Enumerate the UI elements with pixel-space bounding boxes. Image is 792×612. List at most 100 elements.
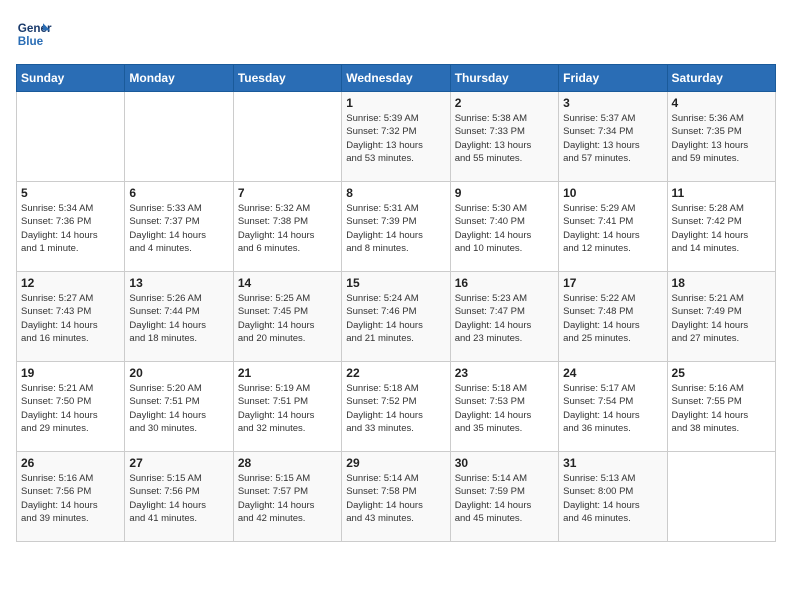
day-info: Sunrise: 5:16 AM Sunset: 7:56 PM Dayligh… <box>21 472 120 525</box>
page-header: General Blue <box>16 16 776 52</box>
day-cell: 16 Sunrise: 5:23 AM Sunset: 7:47 PM Dayli… <box>450 272 558 362</box>
header-sunday: Sunday <box>17 65 125 92</box>
day-cell: 5 Sunrise: 5:34 AM Sunset: 7:36 PM Daylig… <box>17 182 125 272</box>
day-cell: 12 Sunrise: 5:27 AM Sunset: 7:43 PM Dayli… <box>17 272 125 362</box>
day-cell: 2 Sunrise: 5:38 AM Sunset: 7:33 PM Daylig… <box>450 92 558 182</box>
day-cell: 22Sunrise: 5:18 AM Sunset: 7:52 PM Dayli… <box>342 362 450 452</box>
day-cell: 18 Sunrise: 5:21 AM Sunset: 7:49 PM Dayli… <box>667 272 775 362</box>
day-number: 23 <box>455 366 554 380</box>
day-info: Sunrise: 5:22 AM Sunset: 7:48 PM Dayligh… <box>563 292 662 345</box>
day-info: Sunrise: 5:15 AM Sunset: 7:56 PM Dayligh… <box>129 472 228 525</box>
day-cell: 25 Sunrise: 5:16 AM Sunset: 7:55 PM Dayli… <box>667 362 775 452</box>
day-number: 22 <box>346 366 445 380</box>
day-cell: 14 Sunrise: 5:25 AM Sunset: 7:45 PM Dayli… <box>233 272 341 362</box>
day-info: Sunrise: 5:18 AM Sunset: 7:53 PM Dayligh… <box>455 382 554 435</box>
day-cell: 23 Sunrise: 5:18 AM Sunset: 7:53 PM Dayli… <box>450 362 558 452</box>
day-info: Sunrise: 5:24 AM Sunset: 7:46 PM Dayligh… <box>346 292 445 345</box>
calendar-table: SundayMondayTuesdayWednesdayThursdayFrid… <box>16 64 776 542</box>
day-cell <box>233 92 341 182</box>
day-cell: 6 Sunrise: 5:33 AM Sunset: 7:37 PM Daylig… <box>125 182 233 272</box>
logo: General Blue <box>16 16 56 52</box>
day-info: Sunrise: 5:30 AM Sunset: 7:40 PM Dayligh… <box>455 202 554 255</box>
header-tuesday: Tuesday <box>233 65 341 92</box>
day-number: 24 <box>563 366 662 380</box>
day-number: 21 <box>238 366 337 380</box>
day-number: 29 <box>346 456 445 470</box>
day-info: Sunrise: 5:36 AM Sunset: 7:35 PM Dayligh… <box>672 112 771 165</box>
day-cell: 17Sunrise: 5:22 AM Sunset: 7:48 PM Dayli… <box>559 272 667 362</box>
day-cell: 10 Sunrise: 5:29 AM Sunset: 7:41 PM Dayli… <box>559 182 667 272</box>
svg-text:Blue: Blue <box>18 35 44 48</box>
day-cell: 21 Sunrise: 5:19 AM Sunset: 7:51 PM Dayli… <box>233 362 341 452</box>
day-number: 5 <box>21 186 120 200</box>
week-row-3: 12 Sunrise: 5:27 AM Sunset: 7:43 PM Dayli… <box>17 272 776 362</box>
day-cell: 9 Sunrise: 5:30 AM Sunset: 7:40 PM Daylig… <box>450 182 558 272</box>
day-cell: 13 Sunrise: 5:26 AM Sunset: 7:44 PM Dayli… <box>125 272 233 362</box>
day-number: 1 <box>346 96 445 110</box>
day-cell: 24Sunrise: 5:17 AM Sunset: 7:54 PM Dayli… <box>559 362 667 452</box>
day-cell: 31Sunrise: 5:13 AM Sunset: 8:00 PM Dayli… <box>559 452 667 542</box>
day-number: 8 <box>346 186 445 200</box>
day-info: Sunrise: 5:31 AM Sunset: 7:39 PM Dayligh… <box>346 202 445 255</box>
header-thursday: Thursday <box>450 65 558 92</box>
day-info: Sunrise: 5:33 AM Sunset: 7:37 PM Dayligh… <box>129 202 228 255</box>
day-info: Sunrise: 5:14 AM Sunset: 7:58 PM Dayligh… <box>346 472 445 525</box>
day-info: Sunrise: 5:39 AM Sunset: 7:32 PM Dayligh… <box>346 112 445 165</box>
day-number: 28 <box>238 456 337 470</box>
day-cell: 8 Sunrise: 5:31 AM Sunset: 7:39 PM Daylig… <box>342 182 450 272</box>
day-number: 26 <box>21 456 120 470</box>
header-saturday: Saturday <box>667 65 775 92</box>
day-cell: 3Sunrise: 5:37 AM Sunset: 7:34 PM Daylig… <box>559 92 667 182</box>
week-row-5: 26 Sunrise: 5:16 AM Sunset: 7:56 PM Dayli… <box>17 452 776 542</box>
day-info: Sunrise: 5:16 AM Sunset: 7:55 PM Dayligh… <box>672 382 771 435</box>
day-cell: 7 Sunrise: 5:32 AM Sunset: 7:38 PM Daylig… <box>233 182 341 272</box>
day-info: Sunrise: 5:29 AM Sunset: 7:41 PM Dayligh… <box>563 202 662 255</box>
day-number: 9 <box>455 186 554 200</box>
day-info: Sunrise: 5:32 AM Sunset: 7:38 PM Dayligh… <box>238 202 337 255</box>
day-info: Sunrise: 5:38 AM Sunset: 7:33 PM Dayligh… <box>455 112 554 165</box>
week-row-1: 1 Sunrise: 5:39 AM Sunset: 7:32 PM Daylig… <box>17 92 776 182</box>
header-monday: Monday <box>125 65 233 92</box>
day-cell <box>125 92 233 182</box>
day-number: 14 <box>238 276 337 290</box>
week-row-2: 5 Sunrise: 5:34 AM Sunset: 7:36 PM Daylig… <box>17 182 776 272</box>
day-cell: 11Sunrise: 5:28 AM Sunset: 7:42 PM Dayli… <box>667 182 775 272</box>
day-cell: 15Sunrise: 5:24 AM Sunset: 7:46 PM Dayli… <box>342 272 450 362</box>
day-number: 10 <box>563 186 662 200</box>
day-cell: 26 Sunrise: 5:16 AM Sunset: 7:56 PM Dayli… <box>17 452 125 542</box>
day-info: Sunrise: 5:28 AM Sunset: 7:42 PM Dayligh… <box>672 202 771 255</box>
day-number: 3 <box>563 96 662 110</box>
day-info: Sunrise: 5:23 AM Sunset: 7:47 PM Dayligh… <box>455 292 554 345</box>
day-info: Sunrise: 5:19 AM Sunset: 7:51 PM Dayligh… <box>238 382 337 435</box>
day-number: 4 <box>672 96 771 110</box>
calendar-header-row: SundayMondayTuesdayWednesdayThursdayFrid… <box>17 65 776 92</box>
day-number: 25 <box>672 366 771 380</box>
day-number: 7 <box>238 186 337 200</box>
day-info: Sunrise: 5:21 AM Sunset: 7:49 PM Dayligh… <box>672 292 771 345</box>
header-wednesday: Wednesday <box>342 65 450 92</box>
header-friday: Friday <box>559 65 667 92</box>
day-number: 16 <box>455 276 554 290</box>
day-number: 18 <box>672 276 771 290</box>
day-number: 12 <box>21 276 120 290</box>
day-info: Sunrise: 5:27 AM Sunset: 7:43 PM Dayligh… <box>21 292 120 345</box>
day-number: 31 <box>563 456 662 470</box>
day-number: 13 <box>129 276 228 290</box>
day-cell: 19Sunrise: 5:21 AM Sunset: 7:50 PM Dayli… <box>17 362 125 452</box>
day-info: Sunrise: 5:34 AM Sunset: 7:36 PM Dayligh… <box>21 202 120 255</box>
day-cell: 29 Sunrise: 5:14 AM Sunset: 7:58 PM Dayli… <box>342 452 450 542</box>
week-row-4: 19Sunrise: 5:21 AM Sunset: 7:50 PM Dayli… <box>17 362 776 452</box>
day-number: 27 <box>129 456 228 470</box>
day-info: Sunrise: 5:20 AM Sunset: 7:51 PM Dayligh… <box>129 382 228 435</box>
logo-icon: General Blue <box>16 16 52 52</box>
day-cell: 4 Sunrise: 5:36 AM Sunset: 7:35 PM Daylig… <box>667 92 775 182</box>
day-cell: 27 Sunrise: 5:15 AM Sunset: 7:56 PM Dayli… <box>125 452 233 542</box>
day-info: Sunrise: 5:26 AM Sunset: 7:44 PM Dayligh… <box>129 292 228 345</box>
day-cell: 20 Sunrise: 5:20 AM Sunset: 7:51 PM Dayli… <box>125 362 233 452</box>
day-number: 6 <box>129 186 228 200</box>
day-info: Sunrise: 5:21 AM Sunset: 7:50 PM Dayligh… <box>21 382 120 435</box>
day-number: 2 <box>455 96 554 110</box>
day-cell: 28Sunrise: 5:15 AM Sunset: 7:57 PM Dayli… <box>233 452 341 542</box>
day-number: 20 <box>129 366 228 380</box>
day-info: Sunrise: 5:25 AM Sunset: 7:45 PM Dayligh… <box>238 292 337 345</box>
